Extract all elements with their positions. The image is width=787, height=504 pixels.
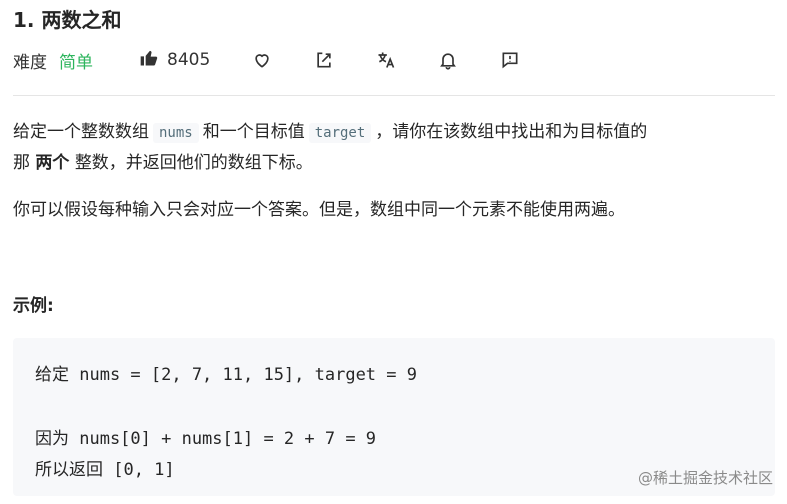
problem-meta-bar: 难度 简单 8405 bbox=[13, 44, 775, 76]
inline-code-target: target bbox=[308, 123, 372, 143]
like-button[interactable]: 8405 bbox=[131, 48, 210, 73]
translate-icon bbox=[376, 50, 396, 70]
watermark: @稀土掘金技术社区 bbox=[637, 469, 773, 487]
like-count: 8405 bbox=[167, 50, 211, 70]
feedback-button[interactable] bbox=[498, 48, 522, 72]
code-line: 所以返回 [0, 1] bbox=[35, 460, 175, 480]
difficulty-badge: 简单 bbox=[59, 52, 93, 73]
favorite-button[interactable] bbox=[250, 48, 274, 72]
code-line: 因为 nums[0] + nums[1] = 2 + 7 = 9 bbox=[35, 429, 377, 449]
problem-title: 1. 两数之和 bbox=[13, 8, 122, 32]
bold-text: 两个 bbox=[35, 153, 70, 173]
thumbs-up-icon bbox=[139, 48, 159, 73]
feedback-icon bbox=[500, 50, 520, 70]
inline-code-nums: nums bbox=[153, 123, 199, 143]
divider bbox=[13, 95, 775, 96]
code-line: 给定 nums = [2, 7, 11, 15], target = 9 bbox=[35, 365, 417, 385]
description-note: 你可以假设每种输入只会对应一个答案。但是，数组中同一个元素不能使用两遍。 bbox=[13, 200, 625, 220]
difficulty-label: 难度 bbox=[13, 52, 47, 73]
share-button[interactable] bbox=[312, 48, 336, 72]
example-heading: 示例: bbox=[13, 296, 54, 316]
description-paragraph: 给定一个整数数组 nums 和一个目标值 target ，请你在该数组中找出和为目标值的… bbox=[13, 122, 648, 173]
share-icon bbox=[314, 50, 334, 70]
subscribe-button[interactable] bbox=[436, 48, 460, 72]
heart-icon bbox=[252, 50, 272, 70]
bell-icon bbox=[438, 50, 458, 70]
translate-button[interactable] bbox=[374, 48, 398, 72]
